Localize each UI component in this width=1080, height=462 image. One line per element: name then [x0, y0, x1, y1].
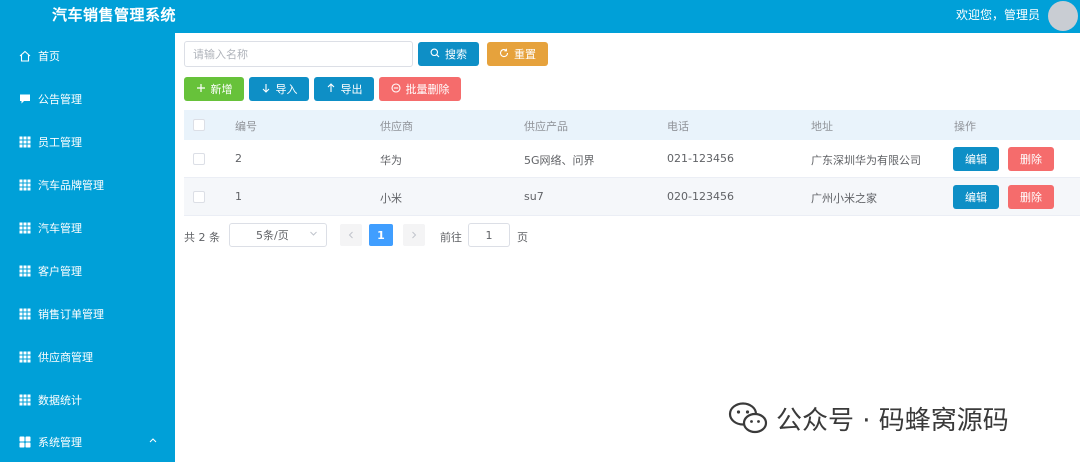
avatar[interactable]	[1048, 1, 1078, 31]
remove-circle-icon	[390, 82, 401, 96]
watermark: 公众号 · 码蜂窝源码	[728, 400, 1009, 436]
grid-icon	[19, 394, 31, 406]
main-content: 搜索 重置 新增 导入 导出 批量删除 编号 供应商	[175, 33, 1080, 462]
grid-icon	[19, 222, 31, 234]
cell-phone: 020-123456	[667, 190, 734, 203]
goto-label: 前往	[440, 231, 462, 244]
search-input[interactable]	[184, 41, 413, 67]
cell-product: su7	[524, 190, 544, 203]
pagination-total: 共 2 条	[184, 231, 220, 244]
prev-page-button[interactable]	[340, 224, 362, 246]
edit-button[interactable]: 编辑	[953, 147, 999, 171]
delete-button[interactable]: 删除	[1008, 185, 1054, 209]
sidebar-item-sales-orders[interactable]: 销售订单管理	[0, 294, 175, 334]
export-button-label: 导出	[340, 84, 363, 96]
chevron-up-icon	[149, 436, 157, 446]
sidebar-item-label: 首页	[38, 50, 60, 63]
grid-icon	[19, 351, 31, 363]
plus-icon	[196, 83, 206, 96]
column-header-id: 编号	[235, 120, 257, 133]
cell-address: 广州小米之家	[811, 192, 877, 205]
sidebar-item-label: 系统管理	[38, 436, 82, 449]
sidebar-item-label: 汽车管理	[38, 222, 82, 235]
cell-supplier: 华为	[380, 154, 402, 167]
grid-icon	[19, 179, 31, 191]
column-header-supplier: 供应商	[380, 120, 413, 133]
column-header-address: 地址	[811, 120, 833, 133]
edit-button[interactable]: 编辑	[953, 185, 999, 209]
table-header-row: 编号 供应商 供应产品 电话 地址 操作	[184, 110, 1080, 140]
welcome-text[interactable]: 欢迎您，管理员	[956, 6, 1040, 23]
sidebar-item-label: 公告管理	[38, 93, 82, 106]
add-button[interactable]: 新增	[184, 77, 244, 101]
sidebar-item-statistics[interactable]: 数据统计	[0, 380, 175, 420]
cell-phone: 021-123456	[667, 152, 734, 165]
cell-supplier: 小米	[380, 192, 402, 205]
row-checkbox[interactable]	[193, 191, 205, 203]
column-header-phone: 电话	[667, 120, 689, 133]
row-checkbox[interactable]	[193, 153, 205, 165]
search-button[interactable]: 搜索	[418, 42, 479, 66]
column-header-actions: 操作	[954, 120, 976, 133]
wechat-logo-icon	[728, 402, 768, 434]
batch-delete-button[interactable]: 批量删除	[379, 77, 461, 101]
delete-button[interactable]: 删除	[1008, 147, 1054, 171]
pagination: 共 2 条 5条/页 1 前往 1 页	[184, 223, 784, 249]
reset-button[interactable]: 重置	[487, 42, 548, 66]
cell-address: 广东深圳华为有限公司	[811, 154, 921, 167]
chevron-down-icon	[309, 229, 318, 241]
cell-id: 1	[235, 190, 242, 203]
top-bar: 汽车销售管理系统 欢迎您，管理员	[0, 0, 1080, 33]
sidebar-item-customers[interactable]: 客户管理	[0, 251, 175, 291]
batch-delete-button-label: 批量删除	[405, 84, 450, 96]
cell-id: 2	[235, 152, 242, 165]
goto-page-input[interactable]: 1	[468, 223, 510, 247]
arrow-up-icon	[326, 82, 336, 96]
page-size-value: 5条/页	[256, 229, 289, 242]
watermark-text: 公众号 · 码蜂窝源码	[776, 405, 1009, 436]
table-row: 1 小米 su7 020-123456 广州小米之家 编辑 删除	[184, 178, 1080, 216]
grid-icon	[19, 265, 31, 277]
app-title: 汽车销售管理系统	[52, 6, 177, 24]
sidebar-item-label: 汽车品牌管理	[38, 179, 104, 192]
sidebar-item-suppliers[interactable]: 供应商管理	[0, 337, 175, 377]
sidebar-item-label: 员工管理	[38, 136, 82, 149]
sidebar-item-label: 数据统计	[38, 394, 82, 407]
sidebar-item-label: 销售订单管理	[38, 308, 104, 321]
page-number-current[interactable]: 1	[369, 224, 393, 246]
refresh-icon	[499, 48, 509, 61]
sidebar: 首页 公告管理 员工管理 汽车品牌管理 汽车管理 客户管理 销售订单管理 供应商…	[0, 33, 175, 462]
grid-icon	[19, 136, 31, 148]
import-button-label: 导入	[275, 84, 298, 96]
sidebar-item-announcements[interactable]: 公告管理	[0, 79, 175, 119]
page-size-select[interactable]: 5条/页	[229, 223, 327, 247]
home-icon	[19, 50, 31, 62]
page-suffix-label: 页	[517, 231, 528, 244]
select-all-checkbox[interactable]	[193, 119, 205, 131]
menu-icon	[19, 436, 31, 448]
import-button[interactable]: 导入	[249, 77, 309, 101]
table-row: 2 华为 5G网络、问界 021-123456 广东深圳华为有限公司 编辑 删除	[184, 140, 1080, 178]
chevron-right-icon	[412, 231, 417, 239]
sidebar-item-label: 供应商管理	[38, 351, 93, 364]
column-header-product: 供应产品	[524, 120, 568, 133]
chevron-left-icon	[348, 231, 353, 239]
sidebar-item-cars[interactable]: 汽车管理	[0, 208, 175, 248]
sidebar-item-label: 客户管理	[38, 265, 82, 278]
search-button-label: 搜索	[445, 49, 467, 61]
grid-icon	[19, 308, 31, 320]
arrow-down-icon	[261, 83, 271, 96]
search-icon	[430, 48, 440, 61]
chat-icon	[19, 93, 31, 105]
cell-product: 5G网络、问界	[524, 154, 595, 167]
sidebar-item-home[interactable]: 首页	[0, 36, 175, 76]
sidebar-item-system[interactable]: 系统管理	[0, 422, 175, 462]
reset-button-label: 重置	[514, 49, 536, 61]
next-page-button[interactable]	[403, 224, 425, 246]
sidebar-item-employees[interactable]: 员工管理	[0, 122, 175, 162]
add-button-label: 新增	[210, 84, 233, 96]
sidebar-item-car-brands[interactable]: 汽车品牌管理	[0, 165, 175, 205]
export-button[interactable]: 导出	[314, 77, 374, 101]
